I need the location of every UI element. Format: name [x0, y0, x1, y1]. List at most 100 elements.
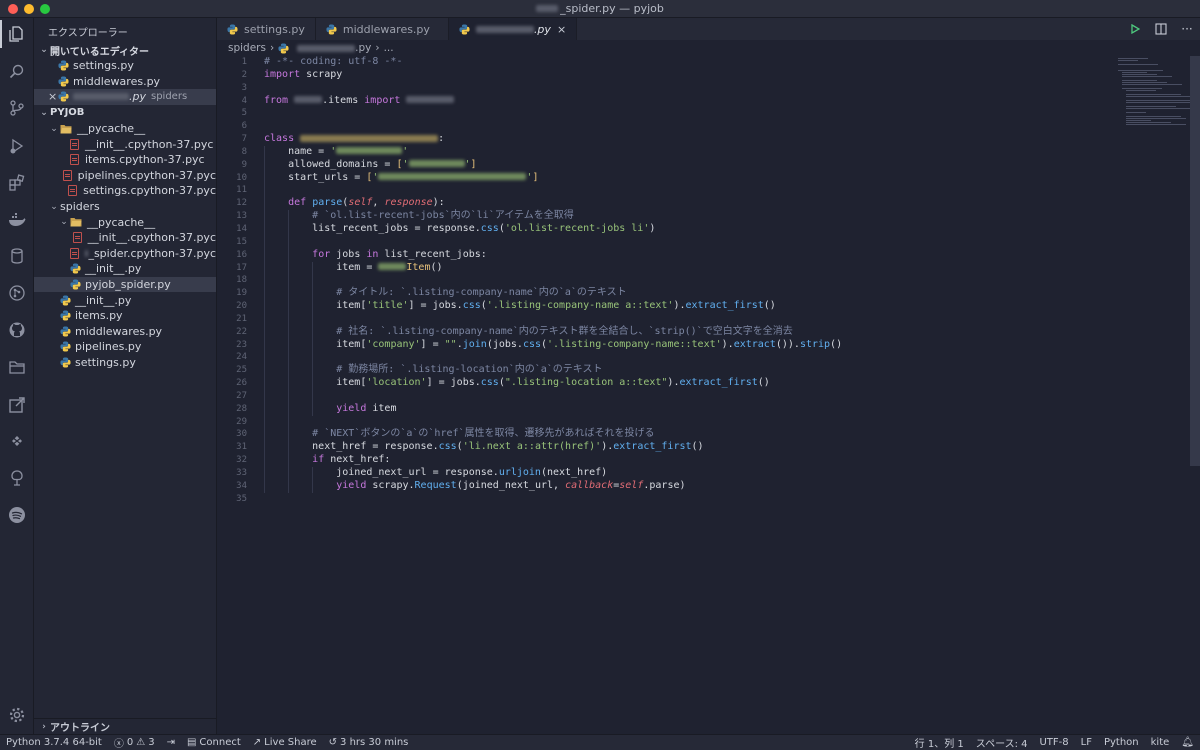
tree-file[interactable]: settings.py [34, 355, 216, 371]
problems-indicator[interactable]: ⓧ 0 ⚠ 3 [108, 735, 161, 750]
line-number: 13 [236, 211, 247, 222]
tree-icon[interactable] [7, 468, 27, 488]
time-tracker[interactable]: ↺ 3 hrs 30 mins [323, 737, 415, 748]
open-editor-item-active[interactable]: × .py spiders [34, 89, 216, 105]
remote-connection-icon[interactable]: ⇥ [161, 737, 181, 748]
indentation[interactable]: スペース: 4 [970, 735, 1034, 750]
tree-file[interactable]: pipelines.py [34, 339, 216, 355]
line-numbers: 1 2 3 4 5 6 7 8 9 10 11 12 13 14 15 16 17 18 19 20 21 22 23 24 2… [217, 56, 247, 506]
open-editor-item[interactable]: settings.py [34, 58, 216, 74]
code-editor[interactable]: 1 2 3 4 5 6 7 8 9 10 11 12 13 14 15 16 17 18 19 20 21 22 23 24 2… [217, 56, 1200, 734]
kite-status[interactable]: kite [1145, 735, 1176, 750]
code-content[interactable]: # -*- coding: utf-8 -*- import scrapy fr… [264, 56, 842, 506]
folder-icon[interactable] [7, 357, 27, 377]
chevron-right-icon: › [375, 42, 380, 54]
line-number: 26 [236, 378, 247, 389]
source-control-icon[interactable] [7, 98, 27, 118]
language-mode[interactable]: Python [1098, 735, 1145, 750]
breadcrumb-folder[interactable]: spiders [228, 42, 266, 54]
editor-actions: ··· [1128, 22, 1194, 36]
compiled-file-icon [70, 138, 79, 150]
breadcrumb-file[interactable]: .py [297, 42, 371, 54]
connect-button[interactable]: ▤ Connect [181, 737, 247, 748]
tree-item-label: spiders [60, 200, 100, 214]
minimap[interactable] [1118, 58, 1196, 125]
activity-bar [0, 18, 34, 734]
code-line: yield item [264, 402, 842, 416]
code-line: # `ol.list-recent-jobs`内の`li`アイテムを全取得 [264, 210, 842, 223]
tab-settings[interactable]: settings.py [217, 18, 316, 40]
chevron-right-icon: › [42, 721, 46, 732]
split-editor-icon[interactable] [1154, 22, 1168, 36]
tree-file[interactable]: items.cpython-37.pyc [34, 152, 216, 168]
close-icon[interactable]: × [48, 90, 58, 103]
search-icon[interactable] [7, 62, 27, 82]
live-share-button[interactable]: ↗ Live Share [247, 737, 323, 748]
window-title: _spider.py — pyjob [536, 2, 664, 15]
code-line: class : [264, 133, 445, 145]
python-file-icon [58, 76, 69, 87]
close-window-button[interactable] [8, 4, 18, 14]
editor-tabs: settings.py middlewares.py .py × ··· [217, 18, 1200, 40]
close-icon[interactable]: × [557, 23, 566, 36]
tree-file[interactable]: __init__.cpython-37.pyc [34, 136, 216, 152]
kite-icon[interactable] [7, 431, 27, 451]
tree-file[interactable]: pyjob_spider.py [34, 276, 216, 293]
tree-file[interactable]: pipelines.cpython-37.pyc [34, 168, 216, 184]
more-actions-icon[interactable]: ··· [1180, 22, 1194, 36]
open-editor-item[interactable]: middlewares.py [34, 74, 216, 90]
tree-file[interactable]: middlewares.py [34, 324, 216, 340]
breadcrumb: spiders › .py › ... [217, 40, 1200, 56]
docker-icon[interactable] [7, 210, 27, 230]
code-line: list_recent_jobs = response.css('ol.list… [264, 222, 656, 236]
github-icon[interactable] [7, 320, 27, 340]
window-controls [8, 4, 50, 14]
extensions-icon[interactable] [7, 173, 27, 193]
database-icon[interactable] [7, 246, 27, 266]
tree-file[interactable]: __init__.py [34, 292, 216, 308]
minimize-window-button[interactable] [24, 4, 34, 14]
tree-folder[interactable]: ⌄ __pycache__ [34, 214, 216, 230]
run-icon[interactable] [1128, 22, 1142, 36]
line-number: 17 [236, 262, 247, 273]
tree-file[interactable]: __init__.cpython-37.pyc [34, 230, 216, 246]
tab-spider-active[interactable]: .py × [448, 18, 578, 40]
line-number: 8 [241, 146, 247, 157]
tree-file[interactable]: settings.cpython-37.pyc [34, 183, 216, 199]
tree-folder[interactable]: ⌄ spiders [34, 199, 216, 215]
project-header[interactable]: ⌄ PYJOB [34, 105, 216, 121]
code-line: start_urls = [' '] [264, 171, 539, 185]
files-icon[interactable] [0, 20, 27, 48]
tab-middlewares[interactable]: middlewares.py [316, 18, 449, 40]
cursor-position[interactable]: 行 1、列 1 [909, 735, 970, 750]
history-icon: ↺ [328, 737, 338, 748]
python-file-icon [459, 23, 470, 35]
title-bar: _spider.py — pyjob [0, 0, 1200, 18]
open-editors-header[interactable]: ⌄ 開いているエディター [34, 42, 216, 58]
breadcrumb-more[interactable]: ... [384, 42, 394, 54]
settings-gear-icon[interactable] [7, 705, 27, 725]
vertical-scrollbar[interactable] [1190, 56, 1200, 466]
tree-folder[interactable]: ⌄ __pycache__ [34, 121, 216, 137]
notification-bell-icon[interactable]: 🔔︎ [1175, 735, 1200, 750]
tree-file[interactable]: __init__.py [34, 261, 216, 277]
zoom-window-button[interactable] [40, 4, 50, 14]
chevron-down-icon: ⌄ [40, 107, 48, 118]
tree-file[interactable]: _spider.cpython-37.pyc [34, 246, 216, 262]
run-debug-icon[interactable] [7, 136, 27, 156]
line-number: 24 [236, 352, 247, 363]
code-line: import scrapy [264, 68, 343, 80]
outline-header[interactable]: › アウトライン [34, 718, 217, 734]
tree-item-label: middlewares.py [75, 324, 163, 338]
tree-file[interactable]: items.py [34, 308, 216, 324]
git-graph-icon[interactable] [7, 283, 27, 303]
end-of-line[interactable]: LF [1075, 735, 1098, 750]
line-number: 31 [236, 442, 247, 453]
remote-icon[interactable] [7, 395, 27, 415]
code-line [264, 274, 842, 288]
spotify-icon[interactable] [7, 505, 27, 525]
encoding[interactable]: UTF-8 [1033, 735, 1074, 750]
python-interpreter[interactable]: Python 3.7.4 64-bit [0, 737, 108, 748]
